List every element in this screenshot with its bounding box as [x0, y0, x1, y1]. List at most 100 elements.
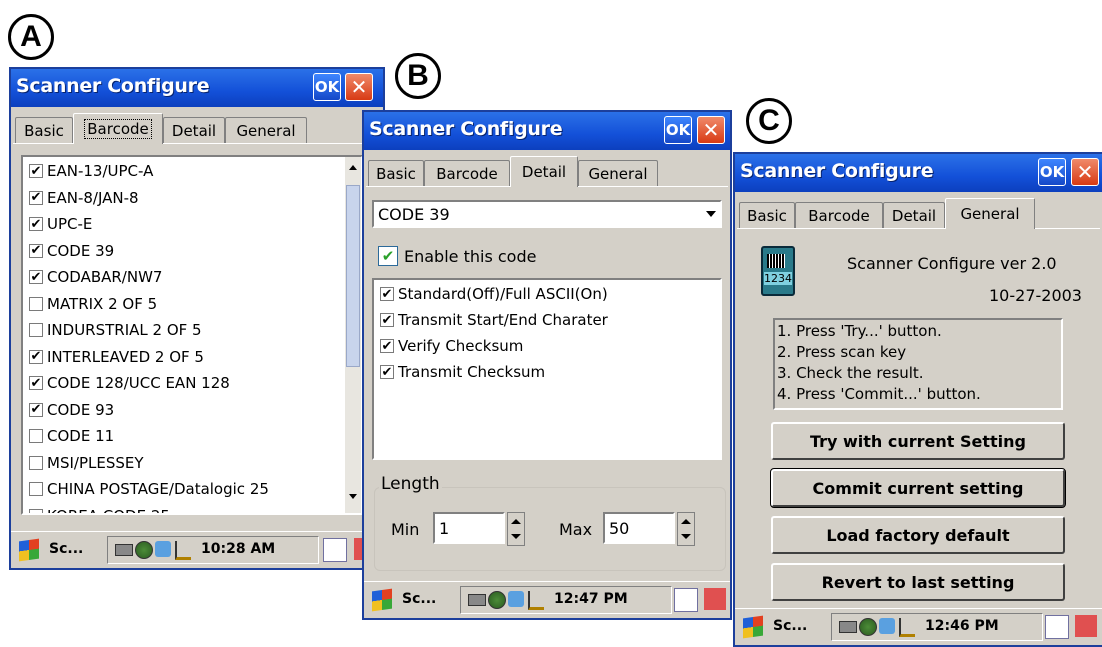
checkbox[interactable]: ✔ — [380, 287, 394, 301]
tab-general[interactable]: General — [578, 160, 658, 186]
close-button[interactable]: ✕ — [1071, 158, 1099, 186]
desktop-icon[interactable] — [1075, 615, 1097, 637]
sync-icon[interactable] — [879, 618, 895, 634]
tab-barcode[interactable]: Barcode — [73, 113, 163, 144]
start-flag-icon[interactable] — [743, 615, 763, 639]
commit-setting-button[interactable]: Commit current setting — [770, 468, 1066, 508]
code-item[interactable]: ✔ EAN-13/UPC-A — [29, 159, 153, 183]
code-select[interactable]: CODE 39 — [372, 200, 722, 228]
tab-basic[interactable]: Basic — [15, 117, 73, 143]
code-item[interactable]: ✔ CODE 93 — [29, 398, 114, 422]
spin-down-icon[interactable] — [681, 534, 691, 539]
checkbox[interactable]: ✔ — [380, 313, 394, 327]
power-icon[interactable] — [175, 541, 191, 560]
keyboard-icon[interactable] — [839, 621, 857, 633]
sync-icon[interactable] — [508, 591, 524, 607]
keyboard-icon[interactable] — [115, 544, 133, 556]
network-icon[interactable] — [488, 591, 506, 609]
tab-basic[interactable]: Basic — [739, 202, 795, 228]
code-item[interactable]: ✔ CODABAR/NW7 — [29, 265, 162, 289]
tab-detail[interactable]: Detail — [163, 117, 225, 143]
revert-setting-button[interactable]: Revert to last setting — [771, 563, 1065, 601]
start-flag-icon[interactable] — [19, 538, 39, 562]
checkbox[interactable] — [29, 429, 43, 443]
input-method-icon[interactable] — [1045, 615, 1069, 639]
code-item[interactable]: INDURSTRIAL 2 OF 5 — [29, 318, 202, 342]
checkbox[interactable]: ✔ — [380, 365, 394, 379]
green-checkbox[interactable]: ✔ — [378, 246, 398, 266]
code-item[interactable]: MATRIX 2 OF 5 — [29, 292, 157, 316]
scroll-down-arrow[interactable] — [349, 494, 357, 499]
checkbox[interactable] — [29, 508, 43, 513]
min-input[interactable]: 1 — [433, 512, 505, 544]
checkbox[interactable] — [29, 455, 43, 470]
checkbox[interactable]: ✔ — [29, 217, 43, 231]
taskbar-app-button[interactable]: Sc... — [402, 591, 436, 607]
checkbox[interactable] — [29, 296, 43, 311]
option-item[interactable]: ✔ Transmit Checksum — [380, 360, 545, 384]
checkbox[interactable] — [29, 482, 43, 496]
list-scrollbar[interactable] — [345, 157, 361, 513]
checkbox[interactable]: ✔ — [29, 349, 43, 364]
checkbox[interactable]: ✔ — [29, 243, 43, 258]
tab-detail[interactable]: Detail — [510, 156, 578, 187]
checkbox[interactable]: ✔ — [380, 339, 394, 353]
code-item[interactable]: MSI/PLESSEY — [29, 451, 144, 475]
desktop-icon[interactable] — [704, 588, 726, 610]
power-icon[interactable] — [528, 591, 544, 610]
code-item[interactable]: ✔ EAN-8/JAN-8 — [29, 186, 139, 210]
checkbox[interactable]: ✔ — [29, 402, 43, 417]
max-input[interactable]: 50 — [603, 512, 675, 544]
option-list[interactable]: ✔ Standard(Off)/Full ASCII(On) ✔ Transmit S… — [372, 278, 722, 460]
ok-button[interactable]: OK — [664, 116, 692, 144]
option-item[interactable]: ✔ Transmit Start/End Charater — [380, 308, 608, 332]
tab-general[interactable]: General — [225, 117, 307, 143]
dropdown-arrow-icon[interactable] — [706, 211, 716, 217]
ok-button[interactable]: OK — [1038, 158, 1066, 186]
code-item[interactable]: ✔ CODE 39 — [29, 239, 114, 263]
tab-barcode[interactable]: Barcode — [424, 160, 510, 186]
checkbox[interactable]: ✔ — [29, 270, 43, 284]
keyboard-icon[interactable] — [468, 594, 486, 606]
close-button[interactable]: ✕ — [697, 116, 725, 144]
checkbox[interactable]: ✔ — [29, 376, 43, 390]
scanner-icon-text: 1234 — [764, 272, 792, 285]
tab-detail[interactable]: Detail — [883, 202, 945, 228]
code-item[interactable]: CODE 11 — [29, 424, 114, 448]
code-item[interactable]: ✔ CODE 128/UCC EAN 128 — [29, 371, 230, 395]
scroll-up-arrow[interactable] — [349, 165, 357, 170]
input-method-icon[interactable] — [674, 588, 698, 612]
checkbox[interactable]: ✔ — [29, 190, 43, 205]
tab-barcode[interactable]: Barcode — [795, 202, 883, 228]
power-icon[interactable] — [899, 618, 915, 637]
taskbar-app-button[interactable]: Sc... — [49, 541, 83, 557]
input-method-icon[interactable] — [323, 538, 347, 562]
start-flag-icon[interactable] — [372, 588, 392, 612]
min-spinner[interactable] — [507, 512, 525, 546]
tab-general[interactable]: General — [945, 198, 1035, 229]
option-item[interactable]: ✔ Standard(Off)/Full ASCII(On) — [380, 282, 608, 306]
spin-up-icon[interactable] — [681, 519, 691, 524]
checkbox[interactable]: ✔ — [29, 164, 43, 178]
spin-down-icon[interactable] — [511, 534, 521, 539]
close-button[interactable]: ✕ — [345, 73, 373, 101]
checkbox[interactable] — [29, 323, 43, 337]
code-item[interactable]: CHINA POSTAGE/Datalogic 25 — [29, 477, 269, 501]
code-item[interactable]: ✔ INTERLEAVED 2 OF 5 — [29, 345, 204, 369]
max-spinner[interactable] — [677, 512, 695, 546]
network-icon[interactable] — [859, 618, 877, 636]
try-setting-button[interactable]: Try with current Setting — [771, 422, 1065, 460]
load-default-button[interactable]: Load factory default — [771, 516, 1065, 554]
barcode-list[interactable]: ✔ EAN-13/UPC-A ✔ EAN-8/JAN-8 ✔ UPC-E ✔ CODE 39 ✔… — [21, 155, 363, 515]
taskbar-app-button[interactable]: Sc... — [773, 618, 807, 634]
sync-icon[interactable] — [155, 541, 171, 557]
network-icon[interactable] — [135, 541, 153, 559]
ok-button[interactable]: OK — [313, 73, 341, 101]
tab-basic[interactable]: Basic — [368, 160, 424, 186]
code-item[interactable]: ✔ UPC-E — [29, 212, 92, 236]
scroll-thumb[interactable] — [346, 185, 360, 367]
option-item[interactable]: ✔ Verify Checksum — [380, 334, 523, 358]
code-item[interactable]: KOREA CODE 25 — [29, 504, 170, 513]
enable-code-checkbox[interactable]: ✔ Enable this code — [378, 246, 536, 266]
spin-up-icon[interactable] — [511, 519, 521, 524]
